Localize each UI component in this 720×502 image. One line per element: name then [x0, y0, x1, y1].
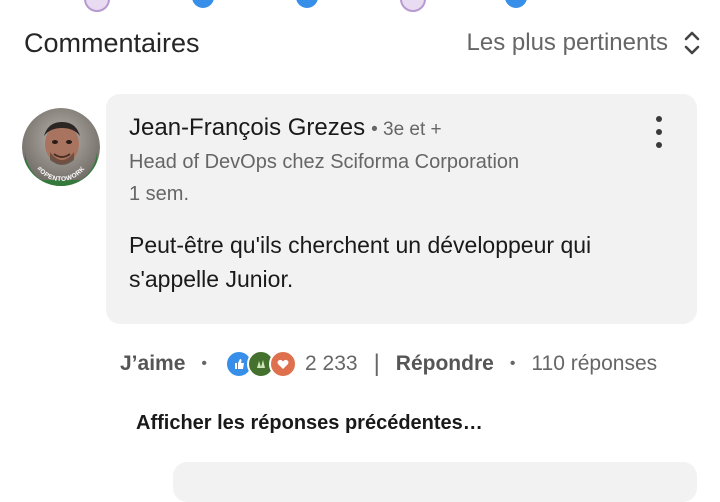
comment-text: Peut-être qu'ils cherchent un développeu…	[129, 232, 592, 292]
separator-pipe: |	[373, 350, 380, 377]
reactions-summary[interactable]	[225, 350, 297, 378]
cropped-reaction-4	[400, 0, 426, 12]
show-previous-replies-link[interactable]: Afficher les réponses précédentes…	[136, 412, 483, 435]
next-reply-bubble	[173, 462, 697, 502]
cropped-reaction-1	[84, 0, 110, 12]
separator-dot-2: •	[509, 355, 516, 372]
author-avatar[interactable]: #OPENTOWORK	[22, 108, 100, 186]
comments-title: Commentaires	[24, 28, 200, 58]
comment-time: 1 sem.	[129, 183, 190, 205]
replies-count[interactable]: 110 réponses	[531, 352, 657, 376]
cropped-reaction-3	[296, 0, 318, 8]
comment-actions: J’aime • 2 233 | Répondre • 110 réponses	[120, 346, 710, 382]
author-line: Jean-François Grezes • 3e et +	[129, 114, 442, 142]
avatar-photo: #OPENTOWORK	[22, 108, 100, 186]
cropped-reaction-5	[505, 0, 527, 8]
author-name[interactable]: Jean-François Grezes	[129, 114, 365, 142]
more-options-button[interactable]	[648, 116, 670, 148]
sort-dropdown[interactable]: Les plus pertinents	[467, 28, 702, 58]
separator-dot: •	[201, 355, 207, 372]
more-options-icon	[656, 116, 662, 122]
sort-icon	[682, 28, 702, 58]
reply-button[interactable]: Répondre	[396, 352, 494, 376]
connection-degree: • 3e et +	[371, 119, 442, 140]
sort-label: Les plus pertinents	[466, 29, 668, 56]
author-headline: Head of DevOps chez Sciforma Corporation	[129, 151, 520, 173]
reaction-count[interactable]: 2 233	[305, 352, 358, 376]
cropped-reaction-2	[192, 0, 214, 8]
love-reaction-icon	[269, 350, 297, 378]
like-button[interactable]: J’aime	[120, 352, 185, 376]
